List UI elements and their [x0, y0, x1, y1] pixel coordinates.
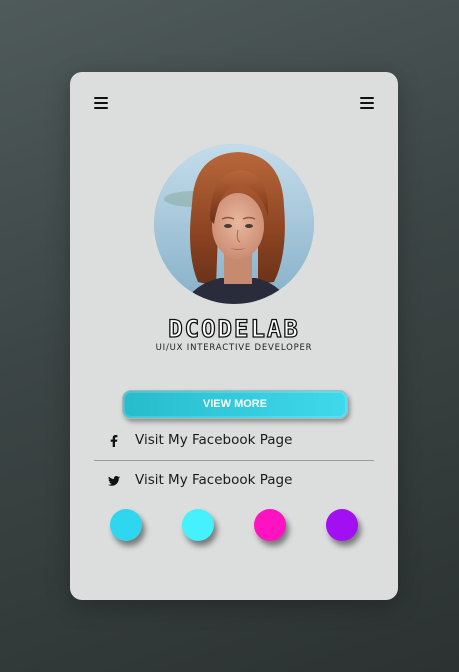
menu-icon[interactable]	[94, 97, 108, 110]
theme-swatch-aqua[interactable]	[182, 509, 214, 541]
facebook-icon	[106, 433, 122, 449]
divider	[94, 460, 374, 461]
twitter-icon	[106, 473, 122, 489]
profile-role: UI/UX INTERACTIVE DEVELOPER	[155, 343, 313, 353]
profile-card: DCODELAB UI/UX INTERACTIVE DEVELOPER VIE…	[70, 72, 398, 600]
avatar	[154, 144, 314, 304]
profile-name: DCODELAB	[168, 314, 300, 343]
twitter-link-label: Visit My Facebook Page	[135, 472, 293, 488]
theme-swatch-magenta[interactable]	[254, 509, 286, 541]
facebook-link-label: Visit My Facebook Page	[135, 432, 293, 448]
facebook-link[interactable]: Visit My Facebook Page	[106, 430, 376, 454]
theme-swatch-purple[interactable]	[326, 509, 358, 541]
avatar-image	[154, 144, 314, 304]
theme-swatch-cyan[interactable]	[110, 509, 142, 541]
view-more-button[interactable]: VIEW MORE	[122, 390, 348, 419]
twitter-link[interactable]: Visit My Facebook Page	[106, 470, 376, 494]
menu-icon-right[interactable]	[360, 97, 374, 110]
